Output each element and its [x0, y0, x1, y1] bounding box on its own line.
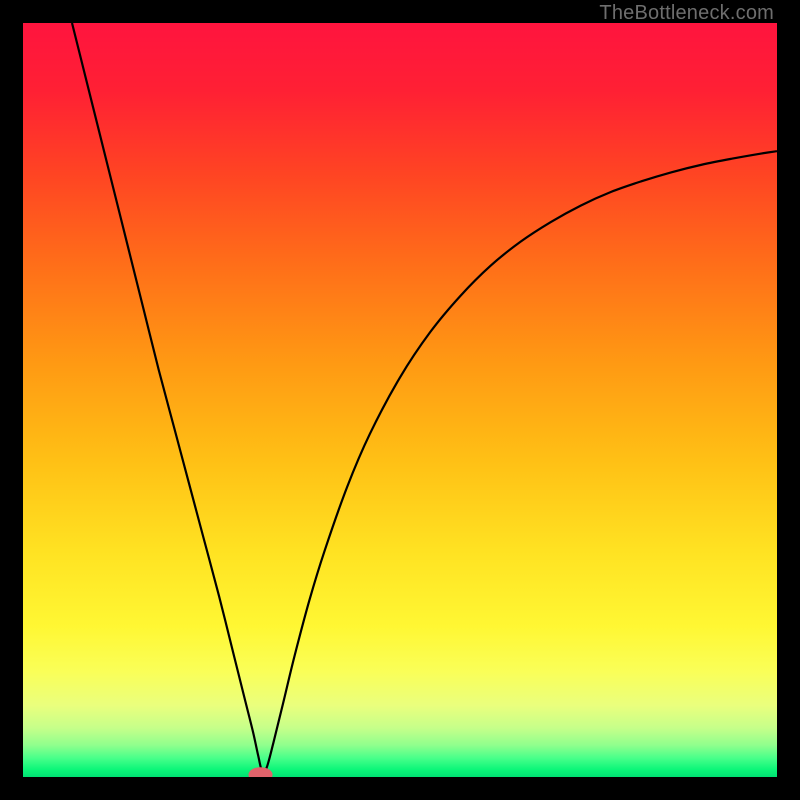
- watermark-text: TheBottleneck.com: [599, 2, 774, 25]
- chart-plot: [23, 23, 777, 777]
- gradient-background: [23, 23, 777, 777]
- chart-frame: [23, 23, 777, 777]
